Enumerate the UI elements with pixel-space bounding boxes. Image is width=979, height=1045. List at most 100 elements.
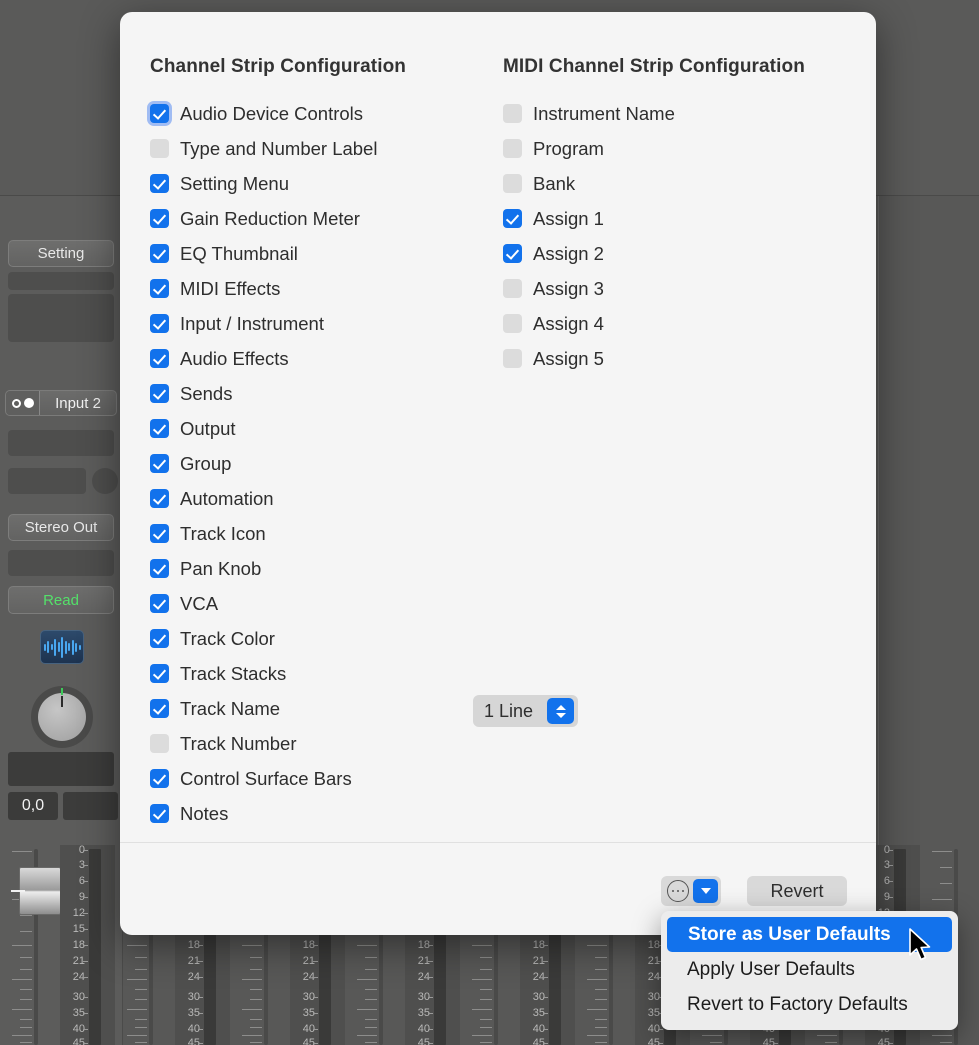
- checkbox-row[interactable]: Track Number: [150, 726, 480, 761]
- left-column: Channel Strip Configuration Audio Device…: [150, 56, 480, 831]
- checkbox-row[interactable]: Control Surface Bars: [150, 761, 480, 796]
- checkbox-vca[interactable]: [150, 594, 169, 613]
- checkbox-label: Assign 4: [533, 313, 604, 335]
- output-button[interactable]: Stereo Out: [8, 514, 114, 541]
- checkbox-row[interactable]: Type and Number Label: [150, 131, 480, 166]
- checkbox-audio-effects[interactable]: [150, 349, 169, 368]
- checkbox-group[interactable]: [150, 454, 169, 473]
- checkbox-row[interactable]: Notes: [150, 796, 480, 831]
- eq-thumbnail[interactable]: [8, 294, 114, 342]
- checkbox-track-color[interactable]: [150, 629, 169, 648]
- checkbox-row[interactable]: Assign 5: [503, 341, 843, 376]
- right-checkbox-list: Instrument NameProgramBankAssign 1Assign…: [503, 96, 843, 376]
- waveform-icon[interactable]: [40, 630, 84, 664]
- chevron-updown-icon[interactable]: [547, 698, 574, 724]
- pan-value-field[interactable]: 0,0: [8, 792, 58, 820]
- vca-slot[interactable]: [8, 752, 114, 786]
- checkbox-row[interactable]: Assign 4: [503, 306, 843, 341]
- checkbox-row[interactable]: Track Color: [150, 621, 480, 656]
- checkbox-sends[interactable]: [150, 384, 169, 403]
- checkbox-track-number[interactable]: [150, 734, 169, 753]
- checkbox-assign-5[interactable]: [503, 349, 522, 368]
- checkbox-row[interactable]: Assign 3: [503, 271, 843, 306]
- checkbox-midi-effects[interactable]: [150, 279, 169, 298]
- checkbox-label: Automation: [180, 488, 274, 510]
- checkbox-type-and-number-label[interactable]: [150, 139, 169, 158]
- checkbox-row[interactable]: Instrument Name: [503, 96, 843, 131]
- checkbox-row[interactable]: Assign 2: [503, 236, 843, 271]
- checkbox-gain-reduction-meter[interactable]: [150, 209, 169, 228]
- checkbox-pan-knob[interactable]: [150, 559, 169, 578]
- gain-value-field[interactable]: [63, 792, 118, 820]
- meter-bar: [89, 849, 101, 1045]
- checkbox-assign-3[interactable]: [503, 279, 522, 298]
- track-name-lines-select[interactable]: 1 Line: [473, 695, 578, 727]
- checkbox-row[interactable]: Program: [503, 131, 843, 166]
- db-scale: 0 3 6 9 12 15 18 21 24 30 35 40 45: [60, 845, 88, 1045]
- checkbox-label: Group: [180, 453, 231, 475]
- input-button[interactable]: Input 2: [5, 390, 117, 416]
- checkbox-label: Gain Reduction Meter: [180, 208, 360, 230]
- checkbox-row[interactable]: Automation: [150, 481, 480, 516]
- input-label: Input 2: [40, 395, 116, 412]
- checkbox-track-stacks[interactable]: [150, 664, 169, 683]
- checkbox-row[interactable]: Pan Knob: [150, 551, 480, 586]
- checkbox-row[interactable]: MIDI Effects: [150, 271, 480, 306]
- checkbox-assign-2[interactable]: [503, 244, 522, 263]
- checkbox-instrument-name[interactable]: [503, 104, 522, 123]
- eq-slot[interactable]: [8, 272, 114, 290]
- checkbox-automation[interactable]: [150, 489, 169, 508]
- audio-fx-slot[interactable]: [8, 430, 114, 456]
- checkbox-row[interactable]: Assign 1: [503, 201, 843, 236]
- fader-handle[interactable]: [19, 867, 61, 915]
- checkbox-row[interactable]: Bank: [503, 166, 843, 201]
- checkbox-control-surface-bars[interactable]: [150, 769, 169, 788]
- checkbox-row[interactable]: Track Icon: [150, 516, 480, 551]
- checkbox-track-name[interactable]: [150, 699, 169, 718]
- setting-button[interactable]: Setting: [8, 240, 114, 267]
- fader-channel[interactable]: 0 3 6 9 12 15 18 21 24 30 35 40 45: [0, 845, 115, 1045]
- revert-button[interactable]: Revert: [747, 876, 847, 906]
- checkbox-row[interactable]: VCA: [150, 586, 480, 621]
- checkbox-row[interactable]: Track Name: [150, 691, 480, 726]
- automation-mode-button[interactable]: Read: [8, 586, 114, 614]
- checkbox-row[interactable]: EQ Thumbnail: [150, 236, 480, 271]
- action-menu-button[interactable]: [661, 876, 721, 906]
- checkbox-label: Setting Menu: [180, 173, 289, 195]
- checkbox-label: Program: [533, 138, 604, 160]
- checkbox-row[interactable]: Track Stacks: [150, 656, 480, 691]
- checkbox-row[interactable]: Setting Menu: [150, 166, 480, 201]
- stereo-input-icon: [6, 391, 40, 415]
- left-column-title: Channel Strip Configuration: [150, 56, 480, 78]
- checkbox-row[interactable]: Output: [150, 411, 480, 446]
- checkbox-assign-4[interactable]: [503, 314, 522, 333]
- checkbox-row[interactable]: Group: [150, 446, 480, 481]
- checkbox-label: Control Surface Bars: [180, 768, 352, 790]
- send-slot[interactable]: [8, 468, 86, 494]
- checkbox-input-instrument[interactable]: [150, 314, 169, 333]
- checkbox-label: Audio Effects: [180, 348, 289, 370]
- checkbox-assign-1[interactable]: [503, 209, 522, 228]
- checkbox-row[interactable]: Audio Device Controls: [150, 96, 480, 131]
- checkbox-label: Assign 3: [533, 278, 604, 300]
- checkbox-row[interactable]: Gain Reduction Meter: [150, 201, 480, 236]
- checkbox-program[interactable]: [503, 139, 522, 158]
- checkbox-row[interactable]: Audio Effects: [150, 341, 480, 376]
- checkbox-track-icon[interactable]: [150, 524, 169, 543]
- checkbox-notes[interactable]: [150, 804, 169, 823]
- pan-knob[interactable]: [31, 686, 93, 748]
- left-checkbox-list: Audio Device Controls Type and Number Lab…: [150, 96, 480, 831]
- context-menu-item[interactable]: Revert to Factory Defaults: [666, 987, 953, 1022]
- chevron-down-icon[interactable]: [693, 879, 718, 903]
- send-knob[interactable]: [92, 468, 118, 494]
- checkbox-row[interactable]: Sends: [150, 376, 480, 411]
- checkbox-bank[interactable]: [503, 174, 522, 193]
- checkbox-eq-thumbnail[interactable]: [150, 244, 169, 263]
- revert-label: Revert: [770, 881, 823, 902]
- checkbox-audio-device-controls[interactable]: [150, 104, 169, 123]
- checkbox-row[interactable]: Input / Instrument: [150, 306, 480, 341]
- group-slot[interactable]: [8, 550, 114, 576]
- checkbox-output[interactable]: [150, 419, 169, 438]
- checkbox-label: Audio Device Controls: [180, 103, 363, 125]
- checkbox-setting-menu[interactable]: [150, 174, 169, 193]
